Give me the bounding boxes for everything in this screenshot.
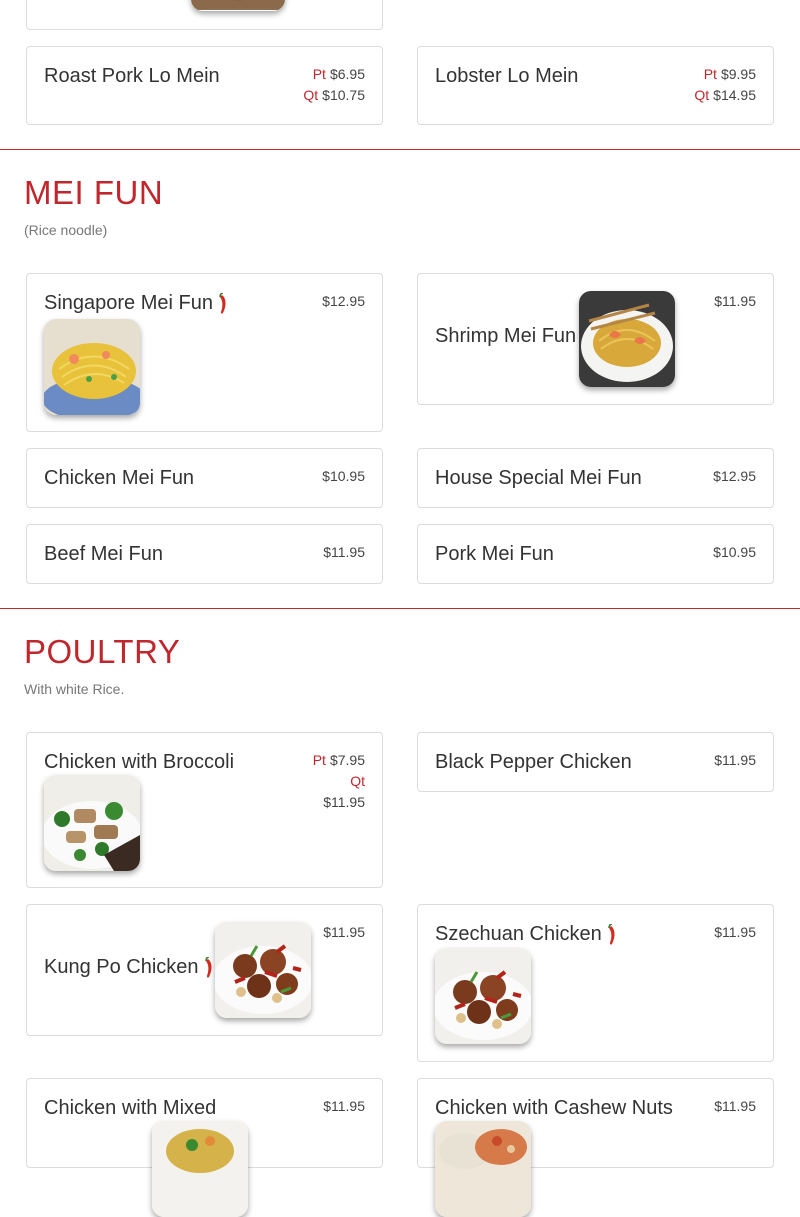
menu-item-card[interactable]: Szechuan Chicken $11.95: [417, 904, 774, 1062]
menu-item-card[interactable]: Chicken with Mixed $11.95: [26, 1078, 383, 1168]
menu-item-card[interactable]: Lobster Lo Mein Pt$9.95 Qt$14.95: [417, 46, 774, 125]
dish-photo: [44, 775, 140, 871]
item-price: $12.95: [322, 291, 365, 312]
section-subtitle: With white Rice.: [24, 681, 124, 697]
menu-item-card[interactable]: Roast Pork Lo Mein Pt$6.95 Qt$10.75: [26, 46, 383, 125]
item-price: $11.95: [714, 922, 756, 943]
pint-price: $7.95: [330, 752, 365, 768]
menu-item-card[interactable]: Beef Mei Fun $11.95: [26, 524, 383, 584]
menu-item-card[interactable]: Chicken with Cashew Nuts $11.95: [417, 1078, 774, 1168]
section-divider: [0, 149, 800, 150]
item-price: $11.95: [323, 922, 365, 943]
item-name: Szechuan Chicken: [435, 923, 618, 946]
item-name: Chicken with Mixed: [44, 1097, 216, 1120]
menu-item-card[interactable]: Kung Po Chicken $11.95: [26, 904, 383, 1036]
item-name: Kung Po Chicken: [44, 956, 215, 979]
section-title: MEI FUN: [24, 174, 163, 212]
item-name: Beef Mei Fun: [44, 543, 163, 566]
pint-label: Pt: [704, 66, 717, 82]
menu-item-card[interactable]: House Special Mei Fun $12.95: [417, 448, 774, 508]
quart-price: $14.95: [713, 87, 756, 103]
menu-item-card[interactable]: Pork Mei Fun $10.95: [417, 524, 774, 584]
item-name: Singapore Mei Fun: [44, 292, 229, 315]
item-price: $10.95: [322, 466, 365, 487]
item-price: Pt$7.95 Qt $11.95: [305, 750, 365, 813]
item-name: Roast Pork Lo Mein: [44, 65, 220, 88]
dish-photo: [215, 922, 311, 1018]
section-divider: [0, 608, 800, 609]
chili-pepper-icon: [203, 957, 215, 979]
quart-price: $10.75: [322, 87, 365, 103]
item-price: $11.95: [323, 542, 365, 563]
item-name: Chicken Mei Fun: [44, 467, 194, 490]
dish-photo: [435, 1121, 531, 1217]
menu-item-card-previous[interactable]: [26, 0, 383, 30]
quart-label: Qt: [694, 87, 709, 103]
item-name: Pork Mei Fun: [435, 543, 554, 566]
item-price: Pt$6.95 Qt$10.75: [303, 64, 365, 106]
item-name: Lobster Lo Mein: [435, 65, 578, 88]
pint-label: Pt: [313, 752, 326, 768]
pint-label: Pt: [313, 66, 326, 82]
item-name: House Special Mei Fun: [435, 467, 642, 490]
item-price: Pt$9.95 Qt$14.95: [694, 64, 756, 106]
item-price: $10.95: [713, 542, 756, 563]
item-name: Black Pepper Chicken: [435, 751, 632, 774]
item-name: Chicken with Broccoli: [44, 751, 234, 774]
quart-label: Qt: [303, 87, 318, 103]
dish-photo: [435, 948, 531, 1044]
section-subtitle: (Rice noodle): [24, 222, 107, 238]
dish-photo: [579, 291, 675, 387]
chili-pepper-icon: [606, 924, 618, 946]
item-name: Shrimp Mei Fun: [435, 325, 576, 348]
menu-item-card[interactable]: Singapore Mei Fun $12.95: [26, 273, 383, 432]
item-price: $11.95: [714, 1096, 756, 1117]
item-name: Chicken with Cashew Nuts: [435, 1097, 673, 1120]
item-price: $11.95: [323, 1096, 365, 1117]
menu-item-card[interactable]: Shrimp Mei Fun $11.95: [417, 273, 774, 405]
chili-pepper-icon: [217, 293, 229, 315]
dish-photo: [191, 0, 285, 11]
section-title: POULTRY: [24, 633, 180, 671]
item-price: $11.95: [714, 291, 756, 312]
menu-item-card[interactable]: Black Pepper Chicken $11.95: [417, 732, 774, 792]
pint-price: $6.95: [330, 66, 365, 82]
menu-item-card[interactable]: Chicken with Broccoli Pt$7.95 Qt $11.95: [26, 732, 383, 888]
quart-price: $11.95: [323, 794, 365, 810]
quart-label: Qt: [350, 773, 365, 789]
item-price: $11.95: [714, 750, 756, 771]
menu-item-card[interactable]: Chicken Mei Fun $10.95: [26, 448, 383, 508]
dish-photo: [44, 319, 140, 415]
item-price: $12.95: [713, 466, 756, 487]
dish-photo: [152, 1121, 248, 1217]
pint-price: $9.95: [721, 66, 756, 82]
